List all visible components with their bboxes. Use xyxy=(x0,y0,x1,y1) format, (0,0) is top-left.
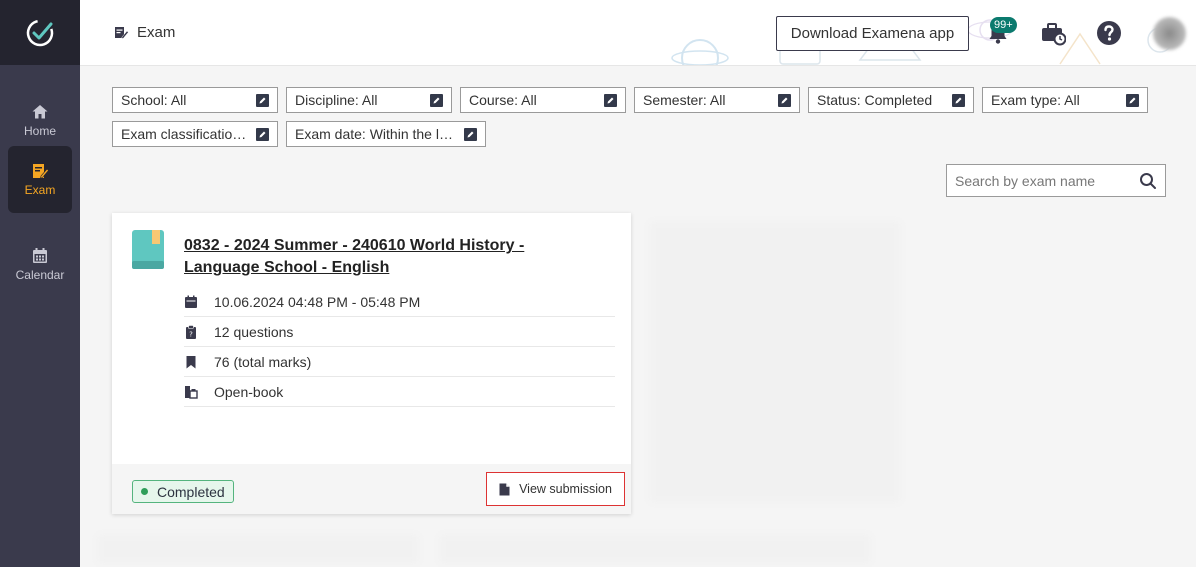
exam-icon xyxy=(33,164,49,179)
filter-school[interactable]: School: All xyxy=(112,87,278,113)
breadcrumb: Exam xyxy=(114,24,175,41)
sidebar: Home Exam Calendar xyxy=(0,0,80,567)
logo[interactable] xyxy=(0,0,80,65)
search-box xyxy=(946,164,1166,197)
sidebar-item-label: Home xyxy=(23,124,56,138)
view-submission-button[interactable]: View submission xyxy=(486,472,625,506)
sidebar-item-label: Calendar xyxy=(15,268,65,282)
exam-datetime-row: 10.06.2024 04:48 PM - 05:48 PM xyxy=(184,287,615,317)
sidebar-item-exam[interactable]: Exam xyxy=(8,146,72,213)
loading-placeholder xyxy=(650,222,900,502)
briefcase-clock-icon[interactable] xyxy=(1040,20,1066,46)
filter-status[interactable]: Status: Completed xyxy=(808,87,974,113)
exam-questions-row: ? 12 questions xyxy=(184,317,615,347)
filter-exam-type[interactable]: Exam type: All xyxy=(982,87,1148,113)
edit-icon xyxy=(256,127,269,141)
filter-semester[interactable]: Semester: All xyxy=(634,87,800,113)
filter-label: Exam classification: All xyxy=(121,126,256,142)
notification-badge: 99+ xyxy=(990,17,1017,33)
filter-course[interactable]: Course: All xyxy=(460,87,626,113)
exam-book-type: Open-book xyxy=(214,383,284,400)
sidebar-item-label: Exam xyxy=(24,183,56,197)
edit-icon xyxy=(464,127,477,141)
sidebar-item-calendar[interactable]: Calendar xyxy=(8,231,72,298)
clipboard-question-icon: ? xyxy=(186,324,196,339)
filter-label: Exam date: Within the last month xyxy=(295,126,464,142)
edit-icon xyxy=(778,93,791,107)
exam-card-footer: Completed View submission xyxy=(112,464,631,514)
filter-exam-classification[interactable]: Exam classification: All xyxy=(112,121,278,147)
avatar[interactable] xyxy=(1153,17,1186,50)
exam-questions: 12 questions xyxy=(214,323,294,340)
bookmark-icon xyxy=(186,355,196,368)
filter-exam-date[interactable]: Exam date: Within the last month xyxy=(286,121,486,147)
exam-datetime: 10.06.2024 04:48 PM - 05:48 PM xyxy=(214,293,421,310)
filter-label: Status: Completed xyxy=(817,92,933,108)
exam-book-type-row: Open-book xyxy=(184,377,615,407)
filter-label: Exam type: All xyxy=(991,92,1080,108)
status-label: Completed xyxy=(157,483,225,500)
calendar-icon xyxy=(33,248,47,263)
edit-icon xyxy=(604,93,617,107)
calendar-icon xyxy=(185,295,197,308)
edit-icon xyxy=(430,93,443,107)
loading-placeholder xyxy=(98,535,418,563)
page-title: Exam xyxy=(137,24,176,41)
exam-edit-icon xyxy=(115,27,129,39)
status-dot-icon xyxy=(141,488,148,495)
help-icon[interactable] xyxy=(1096,20,1122,46)
view-submission-label: View submission xyxy=(519,482,612,496)
edit-icon xyxy=(256,93,269,107)
loading-placeholder xyxy=(440,535,870,563)
svg-text:?: ? xyxy=(189,330,193,338)
filter-label: Course: All xyxy=(469,92,537,108)
logo-icon xyxy=(26,19,54,46)
document-icon xyxy=(499,483,510,495)
status-badge: Completed xyxy=(132,480,234,503)
exam-marks-row: 76 (total marks) xyxy=(184,347,615,377)
exam-marks: 76 (total marks) xyxy=(214,353,312,370)
home-icon xyxy=(32,105,48,119)
exam-title-link[interactable]: 0832 - 2024 Summer - 240610 World Histor… xyxy=(184,235,564,279)
search-input[interactable] xyxy=(955,172,1139,189)
top-header: Exam Download Examena app 99+ xyxy=(80,0,1196,66)
download-app-button[interactable]: Download Examena app xyxy=(776,16,969,51)
filter-discipline[interactable]: Discipline: All xyxy=(286,87,452,113)
filter-label: School: All xyxy=(121,92,187,108)
book-icon xyxy=(132,230,164,269)
exam-card: 0832 - 2024 Summer - 240610 World Histor… xyxy=(112,213,631,514)
sidebar-item-home[interactable]: Home xyxy=(8,87,72,154)
edit-icon xyxy=(1126,93,1139,107)
filter-label: Discipline: All xyxy=(295,92,378,108)
filter-label: Semester: All xyxy=(643,92,726,108)
open-book-icon xyxy=(185,385,198,399)
edit-icon xyxy=(952,93,965,107)
search-icon[interactable] xyxy=(1139,172,1157,190)
